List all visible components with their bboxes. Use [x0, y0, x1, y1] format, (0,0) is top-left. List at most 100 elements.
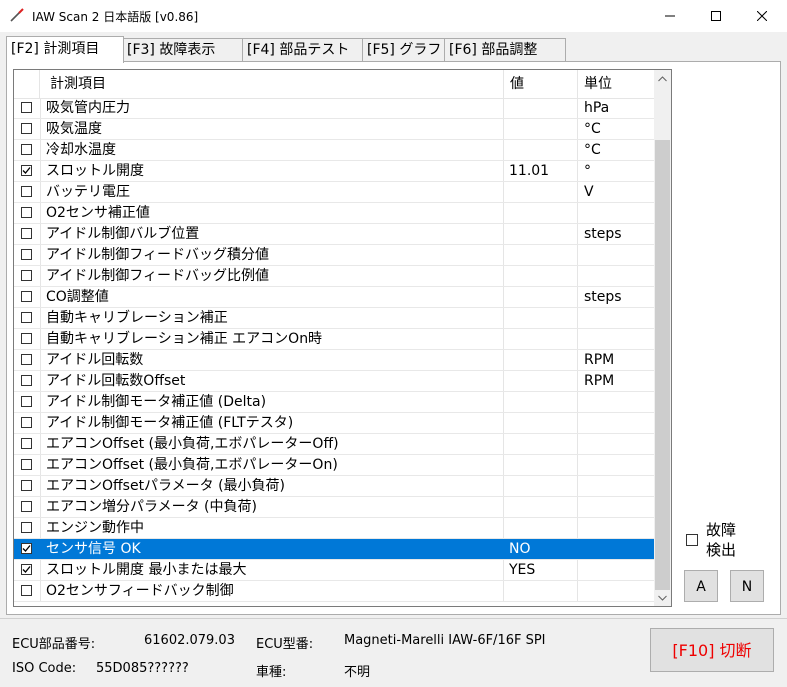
row-item-name: 吸気温度 — [40, 119, 504, 139]
table-row[interactable]: センサ信号 OK NO — [14, 539, 654, 560]
row-checkbox[interactable] — [21, 354, 32, 365]
header-item[interactable]: 計測項目 — [40, 70, 504, 98]
row-unit — [578, 497, 654, 517]
table-row[interactable]: スロットル開度 11.01 ° — [14, 161, 654, 182]
row-checkbox[interactable] — [21, 543, 32, 554]
vehicle-label: 車種: — [256, 665, 287, 680]
disconnect-button[interactable]: [F10] 切断 — [650, 628, 774, 672]
row-checkbox[interactable] — [21, 480, 32, 491]
row-checkbox[interactable] — [21, 270, 32, 281]
row-checkbox[interactable] — [21, 228, 32, 239]
table-row[interactable]: O2センサフィードバック制御 — [14, 581, 654, 602]
table-row[interactable]: アイドル制御モータ補正値 (FLTテスタ) — [14, 413, 654, 434]
app-icon — [10, 8, 24, 22]
row-checkbox[interactable] — [21, 333, 32, 344]
table-row[interactable]: エアコン増分パラメータ (中負荷) — [14, 497, 654, 518]
row-checkbox[interactable] — [21, 207, 32, 218]
maximize-icon — [711, 11, 721, 21]
row-checkbox[interactable] — [21, 417, 32, 428]
row-value — [504, 392, 578, 412]
row-checkbox[interactable] — [21, 291, 32, 302]
row-item-name: スロットル開度 — [40, 161, 504, 181]
tab-component-adjust[interactable]: [F6] 部品調整 — [444, 38, 566, 61]
row-checkbox[interactable] — [21, 102, 32, 113]
row-item-name: センサ信号 OK — [40, 539, 504, 559]
chevron-down-icon — [658, 595, 667, 601]
row-value: YES — [504, 560, 578, 580]
maximize-button[interactable] — [693, 0, 739, 32]
row-unit — [578, 518, 654, 538]
table-row[interactable]: アイドル制御バルブ位置 steps — [14, 224, 654, 245]
minimize-button[interactable] — [647, 0, 693, 32]
row-item-name: アイドル制御フィードバッグ積分値 — [40, 245, 504, 265]
row-checkbox[interactable] — [21, 312, 32, 323]
table-row[interactable]: 吸気温度 °C — [14, 119, 654, 140]
row-value — [504, 245, 578, 265]
table-row[interactable]: スロットル開度 最小または最大 YES — [14, 560, 654, 581]
table-row[interactable]: O2センサ補正値 — [14, 203, 654, 224]
row-checkbox[interactable] — [21, 585, 32, 596]
scroll-up-button[interactable] — [654, 70, 671, 87]
n-button[interactable]: N — [730, 570, 764, 602]
chevron-up-icon — [658, 75, 667, 81]
row-item-name: 吸気管内圧力 — [40, 98, 504, 118]
table-row[interactable]: 自動キャリブレーション補正 — [14, 308, 654, 329]
table-row[interactable]: アイドル回転数 RPM — [14, 350, 654, 371]
table-row[interactable]: 冷却水温度 °C — [14, 140, 654, 161]
row-item-name: アイドル制御モータ補正値 (FLTテスタ) — [40, 413, 504, 433]
row-checkbox[interactable] — [21, 144, 32, 155]
row-checkbox[interactable] — [21, 165, 32, 176]
table-row[interactable]: バッテリ電圧 V — [14, 182, 654, 203]
row-checkbox[interactable] — [21, 564, 32, 575]
row-checkbox[interactable] — [21, 123, 32, 134]
table-row[interactable]: エアコンOffsetパラメータ (最小負荷) — [14, 476, 654, 497]
row-item-name: アイドル回転数Offset — [40, 371, 504, 391]
row-checkbox[interactable] — [21, 396, 32, 407]
row-unit — [578, 329, 654, 349]
table-row[interactable]: アイドル制御フィードバッグ比例値 — [14, 266, 654, 287]
table-row[interactable]: アイドル回転数Offset RPM — [14, 371, 654, 392]
row-checkbox[interactable] — [21, 186, 32, 197]
row-checkbox[interactable] — [21, 375, 32, 386]
iso-code-value: 55D085?????? — [96, 661, 189, 676]
row-item-name: 冷却水温度 — [40, 140, 504, 160]
tab-graph[interactable]: [F5] グラフ — [362, 38, 446, 61]
table-row[interactable]: エアコンOffset (最小負荷,エボパレーターOff) — [14, 434, 654, 455]
row-checkbox[interactable] — [21, 438, 32, 449]
row-value — [504, 350, 578, 370]
table-row[interactable]: 自動キャリブレーション補正 エアコンOn時 — [14, 329, 654, 350]
table-row[interactable]: CO調整値 steps — [14, 287, 654, 308]
row-unit: steps — [584, 226, 622, 242]
tab-measurement[interactable]: [F2] 計測項目 — [6, 36, 124, 63]
iso-code-label: ISO Code: — [12, 661, 77, 676]
fault-detect-checkbox[interactable] — [686, 534, 698, 546]
header-unit[interactable]: 単位 — [578, 70, 654, 98]
row-unit: °C — [584, 121, 601, 137]
minimize-icon — [665, 15, 675, 17]
row-item-name: バッテリ電圧 — [40, 182, 504, 202]
table-row[interactable]: アイドル制御フィードバッグ積分値 — [14, 245, 654, 266]
tab-fault-display[interactable]: [F3] 故障表示 — [122, 38, 244, 61]
tab-component-test[interactable]: [F4] 部品テスト — [242, 38, 364, 61]
row-value — [504, 119, 578, 139]
row-unit — [578, 476, 654, 496]
header-value[interactable]: 値 — [504, 70, 578, 98]
scroll-down-button[interactable] — [654, 589, 671, 606]
row-checkbox[interactable] — [21, 459, 32, 470]
row-value — [504, 581, 578, 601]
a-button[interactable]: A — [684, 570, 718, 602]
row-item-name: O2センサフィードバック制御 — [40, 581, 504, 601]
row-checkbox[interactable] — [21, 249, 32, 260]
scroll-thumb[interactable] — [655, 140, 670, 590]
table-row[interactable]: 吸気管内圧力 hPa — [14, 98, 654, 119]
row-unit — [578, 203, 654, 223]
close-button[interactable] — [739, 0, 785, 32]
table-row[interactable]: アイドル制御モータ補正値 (Delta) — [14, 392, 654, 413]
table-row[interactable]: エアコンOffset (最小負荷,エボパレーターOn) — [14, 455, 654, 476]
table-row[interactable]: エンジン動作中 — [14, 518, 654, 539]
row-checkbox[interactable] — [21, 522, 32, 533]
row-unit: ° — [584, 163, 591, 179]
row-checkbox[interactable] — [21, 501, 32, 512]
vertical-scrollbar[interactable] — [654, 70, 671, 606]
fault-detect-label: 故障 検出 — [706, 521, 737, 559]
